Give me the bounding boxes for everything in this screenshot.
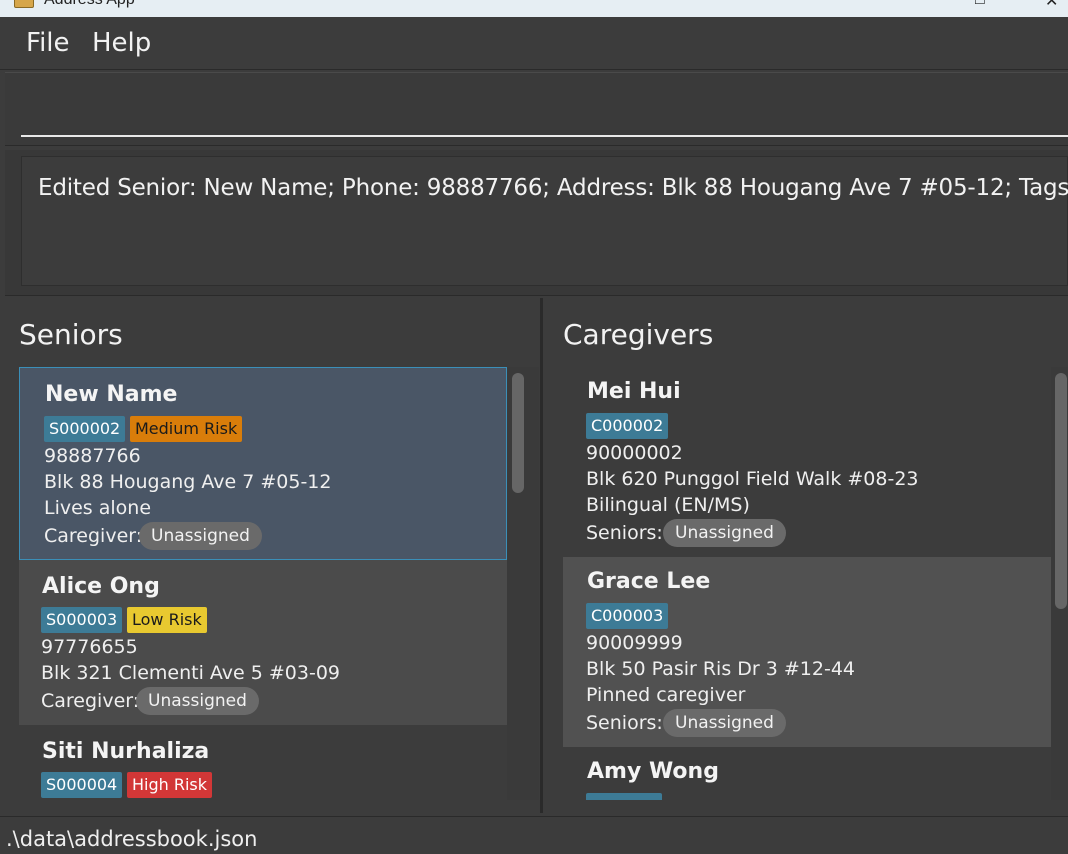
caregiver-phone: 90000002: [586, 442, 683, 464]
caregiver-phone: 90009999: [586, 632, 683, 654]
senior-card[interactable]: Alice Ong S000003 Low Risk 97776655 Blk …: [19, 560, 507, 725]
window-title: Address App: [44, 0, 135, 9]
caregivers-scroll-thumb[interactable]: [1055, 373, 1067, 609]
caregiver-pill: Unassigned: [136, 687, 259, 715]
command-input[interactable]: [21, 89, 1068, 137]
result-text-area[interactable]: Edited Senior: New Name; Phone: 98887766…: [21, 156, 1068, 286]
risk-tag: Medium Risk: [130, 416, 243, 442]
caregivers-list: Mei Hui C000002 90000002 Blk 620 Punggol…: [563, 367, 1068, 800]
caregivers-title: Caregivers: [563, 318, 714, 351]
seniors-title: Seniors: [19, 318, 123, 351]
senior-note: Lives alone: [44, 497, 152, 519]
caregiver-note: Bilingual (EN/MS): [586, 494, 750, 516]
result-display: Edited Senior: New Name; Phone: 98887766…: [5, 150, 1068, 296]
senior-phone: 98887766: [44, 445, 141, 467]
caregiver-label: Caregiver:: [41, 690, 140, 712]
senior-card[interactable]: Siti Nurhaliza S000004 High Risk: [19, 725, 507, 800]
risk-tag: Low Risk: [127, 607, 207, 633]
seniors-panel: Seniors New Name S000002 Medium Risk 988…: [5, 298, 543, 813]
caregiver-id-tag: [586, 793, 662, 800]
seniors-list: New Name S000002 Medium Risk 98887766 Bl…: [19, 367, 539, 800]
caregivers-scrollbar[interactable]: [1054, 367, 1068, 800]
caregivers-panel: Caregivers Mei Hui C000002 90000002 Blk …: [546, 298, 1068, 813]
seniors-pill: Unassigned: [663, 709, 786, 737]
seniors-scrollbar[interactable]: [511, 367, 525, 800]
senior-address: Blk 321 Clementi Ave 5 #03-09: [41, 662, 341, 684]
senior-name: Siti Nurhaliza: [42, 739, 210, 764]
senior-id-tag: S000002: [44, 416, 126, 442]
senior-id-tag: S000003: [41, 607, 123, 633]
seniors-scroll-thumb[interactable]: [512, 373, 524, 493]
caregiver-note: Pinned caregiver: [586, 684, 746, 706]
caregiver-name: Grace Lee: [587, 569, 711, 594]
caregiver-pill: Unassigned: [139, 522, 262, 550]
caregiver-id-tag: C000003: [586, 603, 669, 629]
risk-tag: High Risk: [127, 772, 213, 798]
close-icon[interactable]: ✕: [1045, 0, 1058, 11]
caregiver-address: Blk 50 Pasir Ris Dr 3 #12-44: [586, 658, 856, 680]
senior-card[interactable]: New Name S000002 Medium Risk 98887766 Bl…: [19, 367, 507, 560]
save-location: .\data\addressbook.json: [6, 827, 258, 851]
caregiver-card[interactable]: Grace Lee C000003 90009999 Blk 50 Pasir …: [563, 557, 1051, 747]
menu-help[interactable]: Help: [92, 28, 151, 58]
window-titlebar: Address App □ ✕: [0, 0, 1068, 17]
caregiver-address: Blk 620 Punggol Field Walk #08-23: [586, 468, 919, 490]
seniors-pill: Unassigned: [663, 519, 786, 547]
command-box: [5, 72, 1068, 146]
app-icon: [14, 0, 34, 8]
menu-bar: File Help: [0, 17, 1068, 70]
senior-name: New Name: [45, 382, 178, 407]
senior-address: Blk 88 Hougang Ave 7 #05-12: [44, 471, 332, 493]
seniors-label: Seniors:: [586, 712, 663, 734]
senior-phone: 97776655: [41, 636, 138, 658]
caregiver-card[interactable]: Mei Hui C000002 90000002 Blk 620 Punggol…: [563, 367, 1051, 557]
caregiver-card[interactable]: Amy Wong: [563, 747, 1051, 800]
caregiver-name: Amy Wong: [587, 759, 719, 784]
caregiver-id-tag: C000002: [586, 413, 669, 439]
caregiver-label: Caregiver:: [44, 525, 143, 547]
seniors-label: Seniors:: [586, 522, 663, 544]
maximize-icon[interactable]: □: [975, 0, 985, 9]
caregiver-name: Mei Hui: [587, 379, 681, 404]
status-bar: .\data\addressbook.json: [0, 816, 1068, 854]
result-message: Edited Senior: New Name; Phone: 98887766…: [38, 175, 1068, 201]
menu-file[interactable]: File: [26, 28, 70, 58]
senior-id-tag: S000004: [41, 772, 123, 798]
senior-name: Alice Ong: [42, 574, 160, 599]
